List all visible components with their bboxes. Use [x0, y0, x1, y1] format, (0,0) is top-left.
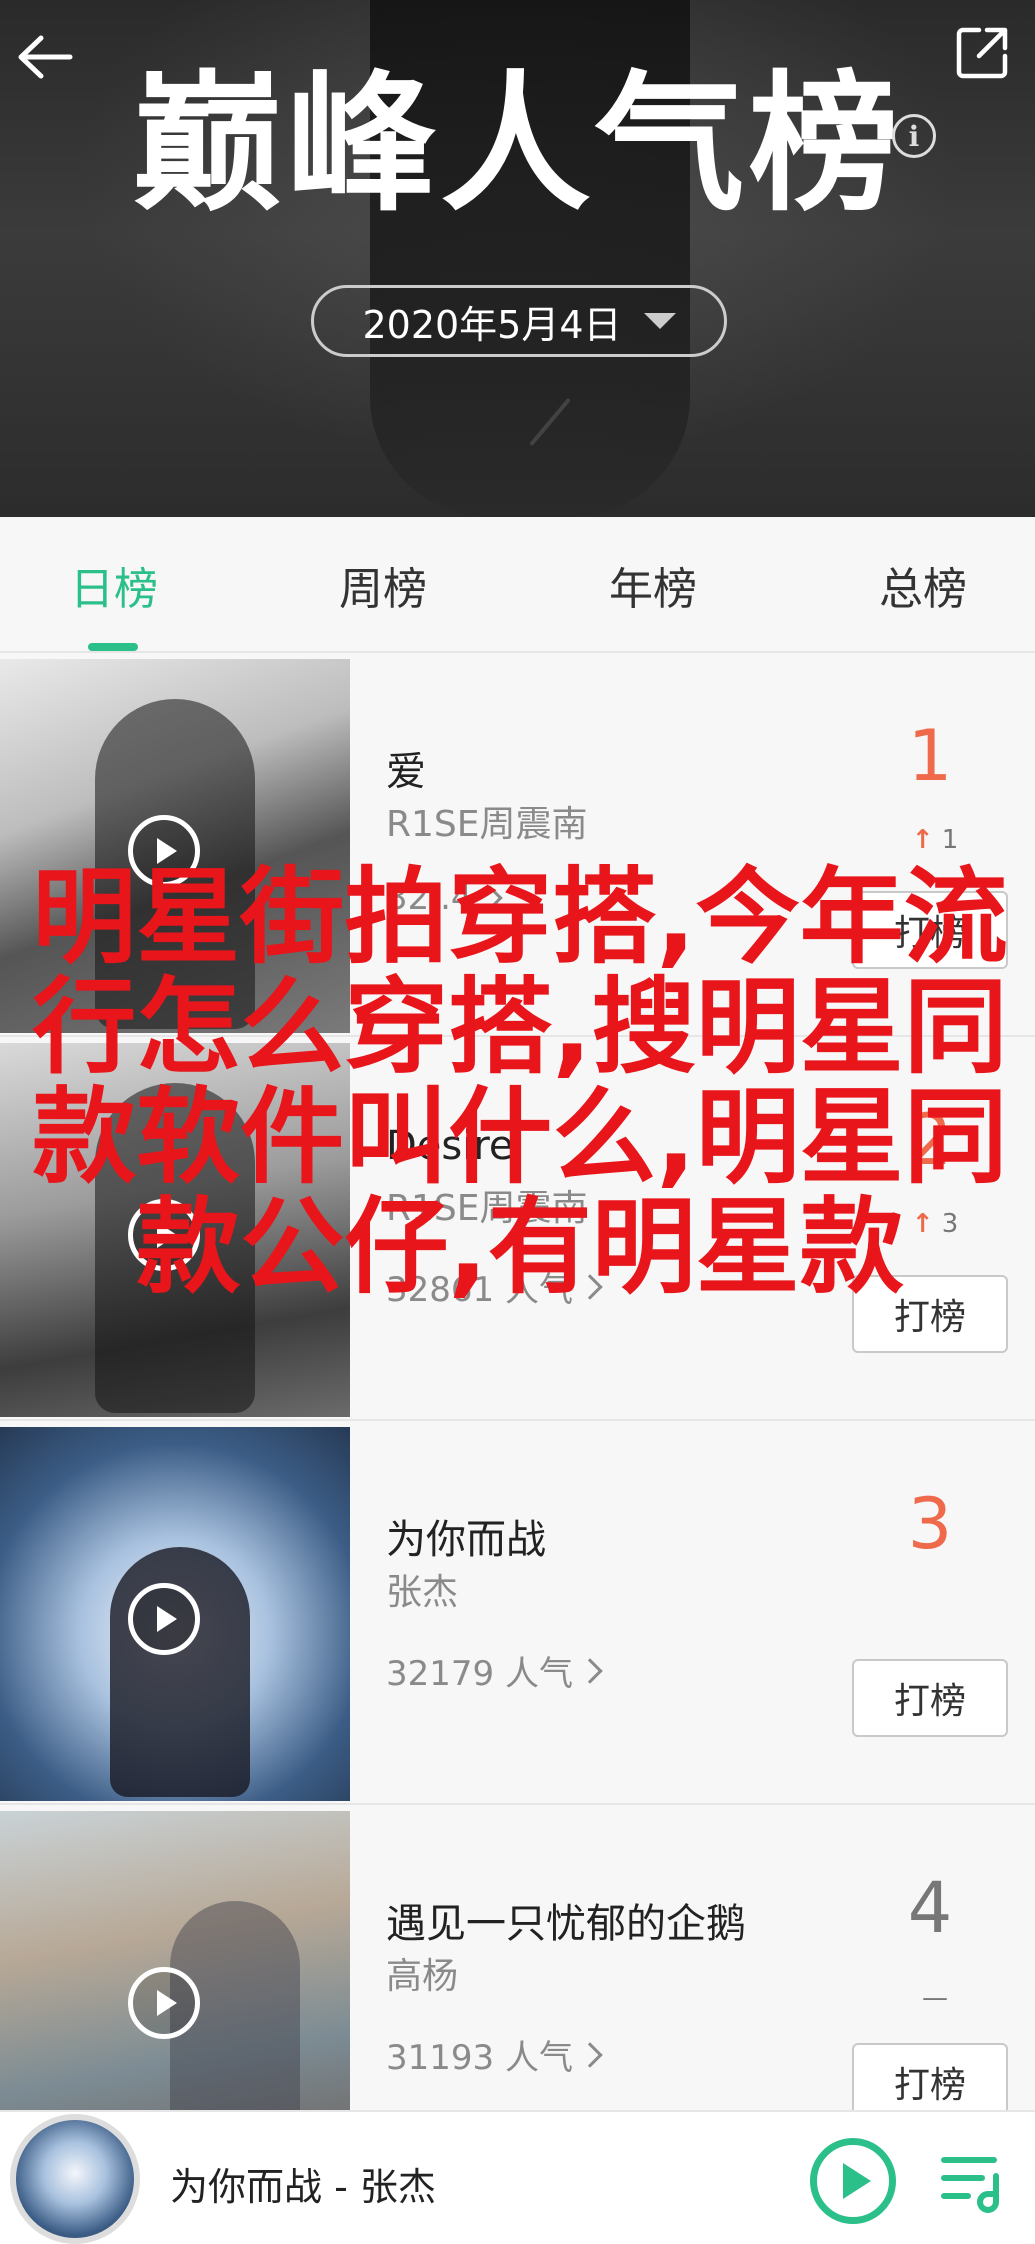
chevron-right-icon: [577, 1657, 603, 1684]
popularity-count: 31193 人气: [386, 2038, 573, 2078]
chart-tabs: 日榜 周榜 年榜 总榜: [0, 517, 1035, 653]
rank-trend: ↑ 1: [905, 825, 965, 855]
song-cover[interactable]: [0, 1043, 350, 1417]
list-item[interactable]: 爱 R1SE周震南 32..4 1 ↑ 1 打榜: [0, 655, 1035, 1037]
active-tab-indicator: [88, 643, 138, 651]
tab-weekly[interactable]: 周榜: [283, 517, 483, 653]
chevron-right-icon: [476, 885, 503, 911]
play-icon: [843, 2163, 871, 2199]
play-icon: [157, 1222, 177, 1248]
dropdown-caret-icon: [643, 313, 676, 329]
trend-up-icon: ↑: [911, 1209, 934, 1239]
popularity-link[interactable]: 32179 人气: [386, 1646, 603, 1695]
play-video-button[interactable]: [128, 815, 200, 887]
play-icon: [157, 1990, 177, 2016]
chevron-right-icon: [577, 1273, 603, 1300]
play-button[interactable]: [810, 2138, 896, 2224]
playlist-icon: [941, 2157, 999, 2213]
chevron-right-icon: [577, 2041, 603, 2068]
rank-number: 2: [907, 1099, 953, 1181]
play-icon: [157, 838, 177, 864]
play-video-button[interactable]: [128, 1967, 200, 2039]
now-playing-cover[interactable]: [10, 2114, 140, 2244]
trend-value: 1: [941, 825, 959, 855]
song-artist: 张杰: [386, 1572, 459, 1613]
rank-number: 1: [907, 715, 953, 797]
song-artist: R1SE周震南: [386, 804, 588, 845]
rank-number: 3: [907, 1483, 953, 1565]
play-icon: [157, 1606, 177, 1632]
vote-button[interactable]: 打榜: [852, 1275, 1008, 1353]
play-video-button[interactable]: [128, 1199, 200, 1271]
now-playing-title[interactable]: 为你而战 - 张杰: [170, 2156, 436, 2211]
cover-artwork: [110, 1547, 250, 1797]
play-video-button[interactable]: [128, 1583, 200, 1655]
song-title: 遇见一只忧郁的企鹅: [386, 1901, 746, 1947]
tab-daily[interactable]: 日榜: [14, 517, 214, 653]
list-item[interactable]: 为你而战 张杰 32179 人气 3 打榜: [0, 1423, 1035, 1805]
mini-player: 为你而战 - 张杰: [0, 2110, 1035, 2244]
song-artist: R1SE周震南: [386, 1188, 588, 1229]
tab-yearly[interactable]: 年榜: [553, 517, 753, 653]
trend-value: —: [922, 1983, 948, 2013]
song-title: Desire: [386, 1123, 514, 1169]
song-cover[interactable]: [0, 659, 350, 1033]
rank-trend: ↑ 3: [905, 1209, 965, 1239]
date-selector[interactable]: 2020年5月4日: [311, 285, 727, 357]
info-icon[interactable]: i: [892, 114, 936, 158]
trend-value: 3: [941, 1209, 959, 1239]
song-artist: 高杨: [386, 1956, 459, 1997]
popularity-link[interactable]: 32861 人气: [386, 1262, 603, 1311]
tab-all-time[interactable]: 总榜: [823, 517, 1023, 653]
rank-number: 4: [907, 1867, 953, 1949]
vote-button[interactable]: 打榜: [852, 891, 1008, 969]
popularity-count: 32179 人气: [386, 1654, 573, 1694]
trend-up-icon: ↑: [911, 825, 934, 855]
page-title: 巅峰人气榜: [132, 58, 903, 232]
popularity-link[interactable]: 32..4: [386, 878, 503, 918]
playlist-button[interactable]: [938, 2146, 1008, 2216]
song-cover[interactable]: [0, 1427, 350, 1801]
popularity-link[interactable]: 31193 人气: [386, 2030, 603, 2079]
song-title: 爱: [386, 749, 426, 795]
list-item[interactable]: Desire R1SE周震南 32861 人气 2 ↑ 3 打榜: [0, 1039, 1035, 1421]
popularity-count: 32..4: [386, 878, 473, 918]
rank-trend: —: [905, 1983, 965, 2013]
popularity-count: 32861 人气: [386, 1270, 573, 1310]
song-title: 为你而战: [386, 1517, 546, 1563]
vote-button[interactable]: 打榜: [852, 1659, 1008, 1737]
date-label: 2020年5月4日: [362, 302, 622, 347]
chart-header: 巅峰人气榜 i 2020年5月4日: [0, 0, 1035, 517]
